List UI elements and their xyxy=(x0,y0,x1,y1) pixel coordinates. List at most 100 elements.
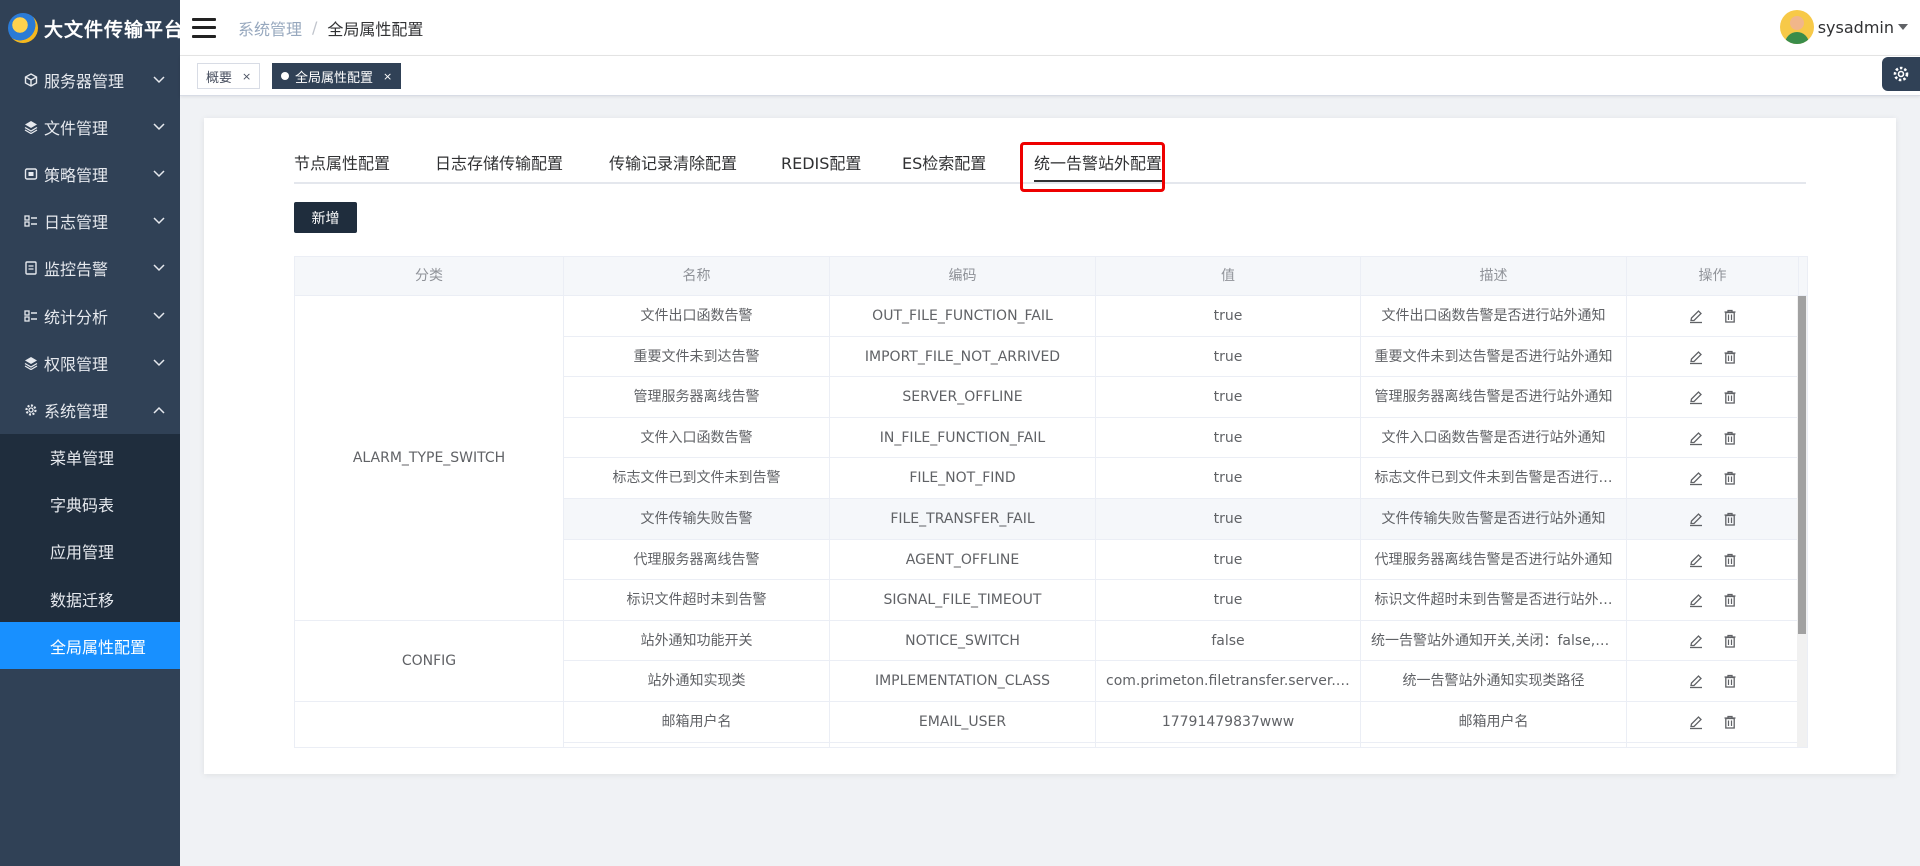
sidebar-item-label: 服务器管理 xyxy=(44,71,125,91)
table-row[interactable]: 标识文件超时未到告警 SIGNAL_FILE_TIMEOUT true 标识文件超时未… xyxy=(564,580,1799,621)
group-cell-email xyxy=(295,702,564,747)
cell-value: 17791479837www xyxy=(1096,702,1361,742)
sidebar-item-permissions[interactable]: 权限管理 xyxy=(0,339,180,386)
table-row[interactable]: 标志文件已到文件未到告警 FILE_NOT_FIND true 标志文件已到文件未到告… xyxy=(564,458,1799,499)
sidebar-item-dictionary[interactable]: 字典码表 xyxy=(0,481,180,528)
tab-es-search[interactable]: ES检索配置 xyxy=(902,146,986,182)
group-cell-alarm-type-switch: ALARM_TYPE_SWITCH xyxy=(295,296,564,621)
edit-icon[interactable] xyxy=(1687,632,1705,650)
delete-icon[interactable] xyxy=(1721,713,1739,731)
delete-icon[interactable] xyxy=(1721,551,1739,569)
cell-code: NOTICE_SWITCH xyxy=(830,620,1096,661)
sidebar-item-policy[interactable]: 策略管理 xyxy=(0,150,180,197)
sidebar-item-label: 统计分析 xyxy=(44,307,109,327)
cell-code: FILE_TRANSFER_FAIL xyxy=(830,499,1096,539)
delete-icon[interactable] xyxy=(1721,307,1739,325)
table-row[interactable]: 管理服务器离线告警 SERVER_OFFLINE true 管理服务器离线告警是否进行… xyxy=(564,377,1799,418)
edit-icon[interactable] xyxy=(1687,713,1705,731)
config-table: 分类 名称 编码 值 描述 操作 ALARM_TYPE_SWITCH CONFI… xyxy=(294,256,1808,748)
cell-code: EMAIL_USER xyxy=(830,702,1096,742)
sidebar-item-app-manage[interactable]: 应用管理 xyxy=(0,528,180,575)
cell-code: FILE_NOT_FIND xyxy=(830,458,1096,499)
settings-gear-button[interactable] xyxy=(1882,57,1920,91)
delete-icon[interactable] xyxy=(1721,429,1739,447)
sidebar-item-system[interactable]: 系统管理 xyxy=(0,386,180,433)
table-row[interactable]: 站外通知功能开关 NOTICE_SWITCH false 统一告警站外通知开关,关闭：… xyxy=(564,620,1799,662)
delete-icon[interactable] xyxy=(1721,348,1739,366)
sidebar-item-logs[interactable]: 日志管理 xyxy=(0,198,180,245)
tag-overview[interactable]: 概要 × xyxy=(197,63,261,89)
delete-icon[interactable] xyxy=(1721,388,1739,406)
cell-actions xyxy=(1627,336,1799,377)
edit-icon[interactable] xyxy=(1687,551,1705,569)
sidebar-item-monitor[interactable]: 监控告警 xyxy=(0,245,180,292)
breadcrumb-item-system[interactable]: 系统管理 xyxy=(238,16,302,40)
chevron-down-icon xyxy=(152,120,166,134)
app-title: 大文件传输平台 xyxy=(44,18,185,41)
hamburger-icon[interactable] xyxy=(192,17,216,38)
tab-node-config[interactable]: 节点属性配置 xyxy=(294,146,390,182)
cell-code: IN_FILE_FUNCTION_FAIL xyxy=(830,417,1096,458)
cell-desc: 代理服务器离线告警是否进行站外通知 xyxy=(1361,539,1627,580)
cell-desc: 文件入口函数告警是否进行站外通知 xyxy=(1361,417,1627,458)
edit-icon[interactable] xyxy=(1687,672,1705,690)
avatar[interactable] xyxy=(1779,10,1814,44)
add-button[interactable]: 新增 xyxy=(294,202,357,233)
chevron-down-icon xyxy=(152,73,166,87)
edit-icon[interactable] xyxy=(1687,429,1705,447)
tab-redis[interactable]: REDIS配置 xyxy=(781,146,861,182)
table-row[interactable]: 邮箱用户名 EMAIL_USER 17791479837www 邮箱用户名 xyxy=(564,702,1799,743)
cell-value: true xyxy=(1096,417,1361,458)
edit-icon[interactable] xyxy=(1687,510,1705,528)
delete-icon[interactable] xyxy=(1721,510,1739,528)
table-row[interactable]: 代理服务器离线告警 AGENT_OFFLINE true 代理服务器离线告警是否进行站… xyxy=(564,539,1799,581)
delete-icon[interactable] xyxy=(1721,591,1739,609)
sidebar-item-files[interactable]: 文件管理 xyxy=(0,103,180,150)
sidebar-item-stats[interactable]: 统计分析 xyxy=(0,292,180,339)
cell-name: 标志文件已到文件未到告警 xyxy=(564,458,830,499)
caret-down-icon[interactable] xyxy=(1898,24,1908,30)
edit-icon[interactable] xyxy=(1687,388,1705,406)
table-row[interactable] xyxy=(564,742,1799,747)
cell-actions xyxy=(1627,702,1799,742)
system-submenu: 菜单管理 字典码表 应用管理 数据迁移 全局属性配置 xyxy=(0,433,180,670)
sidebar-item-data-migration[interactable]: 数据迁移 xyxy=(0,575,180,622)
cell-desc: 统一告警站外通知开关,关闭：false,开… xyxy=(1361,620,1627,661)
sidebar-item-label: 监控告警 xyxy=(44,260,109,280)
close-icon[interactable]: × xyxy=(242,70,251,83)
scrollbar-thumb[interactable] xyxy=(1798,296,1806,634)
table-row[interactable]: 文件出口函数告警 OUT_FILE_FUNCTION_FAIL true 文件出口函数… xyxy=(564,296,1799,337)
edit-icon[interactable] xyxy=(1687,469,1705,487)
monitor-icon xyxy=(24,261,38,276)
delete-icon[interactable] xyxy=(1721,469,1739,487)
column-header-category: 分类 xyxy=(295,257,564,296)
close-icon[interactable]: × xyxy=(383,70,392,83)
app-logo[interactable]: 大文件传输平台 xyxy=(0,0,183,56)
edit-icon[interactable] xyxy=(1687,591,1705,609)
group-cell-config: CONFIG xyxy=(295,621,564,702)
delete-icon[interactable] xyxy=(1721,672,1739,690)
user-menu[interactable]: sysadmin xyxy=(1779,10,1908,44)
edit-icon[interactable] xyxy=(1687,307,1705,325)
sidebar-item-menu-manage[interactable]: 菜单管理 xyxy=(0,434,180,481)
tab-log-storage[interactable]: 日志存储传输配置 xyxy=(435,146,563,182)
delete-icon[interactable] xyxy=(1721,632,1739,650)
cell-desc: 标识文件超时未到告警是否进行站外… xyxy=(1361,580,1627,621)
breadcrumb-item-current: 全局属性配置 xyxy=(327,19,424,39)
sidebar-item-server[interactable]: 服务器管理 xyxy=(0,56,180,103)
table-row[interactable]: 文件传输失败告警 FILE_TRANSFER_FAIL true 文件传输失败告警是否… xyxy=(564,499,1799,540)
sidebar-item-global-config[interactable]: 全局属性配置 xyxy=(0,622,180,670)
table-scrollbar[interactable] xyxy=(1797,296,1807,747)
cell-value: false xyxy=(1096,620,1361,661)
cell-value: true xyxy=(1096,377,1361,418)
username[interactable]: sysadmin xyxy=(1818,18,1894,37)
tab-transfer-cleanup[interactable]: 传输记录清除配置 xyxy=(609,146,737,182)
edit-icon[interactable] xyxy=(1687,348,1705,366)
table-row[interactable]: 站外通知实现类 IMPLEMENTATION_CLASS com.primeton.… xyxy=(564,661,1799,702)
table-row[interactable]: 重要文件未到达告警 IMPORT_FILE_NOT_ARRIVED true 重要文件… xyxy=(564,336,1799,378)
tag-label: 全局属性配置 xyxy=(295,70,374,86)
cell-actions xyxy=(1627,499,1799,539)
table-row[interactable]: 文件入口函数告警 IN_FILE_FUNCTION_FAIL true 文件入口函数告… xyxy=(564,417,1799,459)
cell-actions xyxy=(1627,580,1799,621)
tag-global-config[interactable]: 全局属性配置 × xyxy=(272,63,402,89)
